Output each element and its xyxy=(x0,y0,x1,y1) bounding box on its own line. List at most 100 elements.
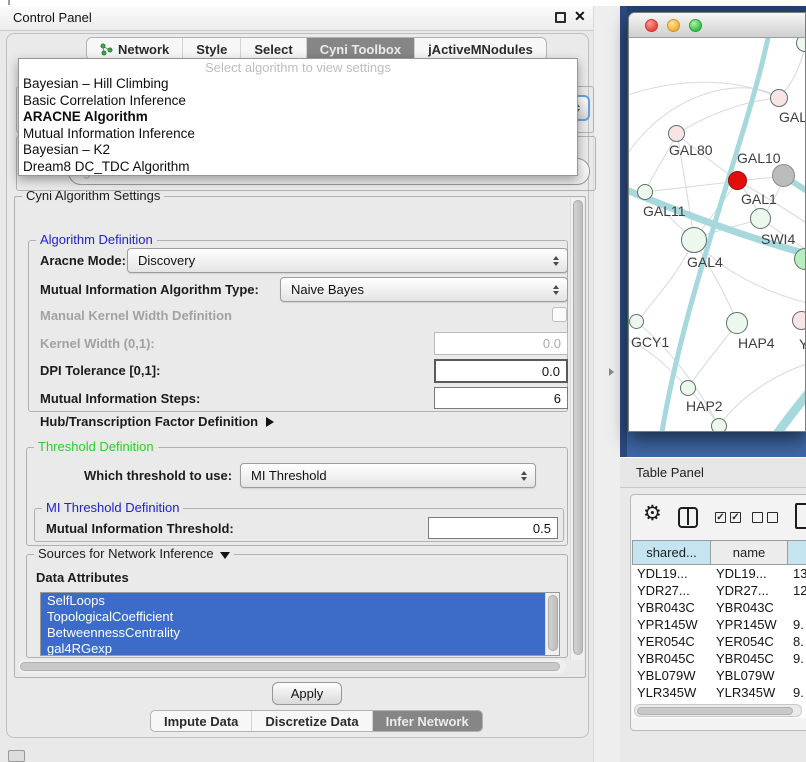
sources-group-toggle[interactable]: Sources for Network Inference xyxy=(34,547,234,561)
settings-vertical-scrollbar-thumb[interactable] xyxy=(573,200,583,655)
cell: 8. xyxy=(788,633,806,650)
tab-cyni-toolbox[interactable]: Cyni Toolbox xyxy=(307,38,415,60)
table-row[interactable]: YBR045CYBR045C9. xyxy=(632,650,806,667)
network-node[interactable] xyxy=(711,418,727,432)
dropdown-item[interactable]: Basic Correlation Inference xyxy=(19,93,577,110)
mi-threshold-group-title: MI Threshold Definition xyxy=(42,501,183,515)
table-row[interactable]: YBL079WYBL079W xyxy=(632,667,806,684)
dropdown-item-selected[interactable]: ARACNE Algorithm xyxy=(19,109,577,126)
select-all-checkbox-icon[interactable]: ✓ xyxy=(730,512,741,523)
cell: YLR345W xyxy=(632,684,711,701)
settings-horizontal-scrollbar-thumb[interactable] xyxy=(20,662,560,671)
split-columns-icon[interactable] xyxy=(678,507,698,528)
tab-infer-network[interactable]: Infer Network xyxy=(373,711,482,731)
node-label: GAL1 xyxy=(741,191,777,207)
list-item[interactable]: SelfLoops xyxy=(41,593,545,609)
manual-kernel-checkbox[interactable] xyxy=(552,307,567,322)
cell: 9. xyxy=(788,684,806,701)
list-vertical-scrollbar[interactable] xyxy=(545,593,559,655)
hub-definition-toggle[interactable]: Hub/Transcription Factor Definition xyxy=(40,414,274,430)
float-window-button[interactable] xyxy=(555,12,566,23)
network-node[interactable] xyxy=(629,314,644,329)
network-node[interactable] xyxy=(770,89,788,107)
settings-vertical-scrollbar[interactable] xyxy=(570,198,584,660)
node-label: SWI4 xyxy=(761,231,795,247)
dpi-tolerance-value: 0.0 xyxy=(542,364,560,379)
table-body: YDL19...YDL19...13 YDR27...YDR27...12 YB… xyxy=(632,565,806,718)
panel-splitter[interactable] xyxy=(593,6,620,762)
minimize-window-button[interactable] xyxy=(667,19,680,32)
mi-steps-field[interactable]: 6 xyxy=(434,387,568,409)
close-window-button[interactable] xyxy=(645,19,658,32)
column-header-name[interactable]: name xyxy=(711,540,788,565)
node-label: HAP2 xyxy=(686,398,723,414)
network-node[interactable] xyxy=(637,184,653,200)
tab-impute-data[interactable]: Impute Data xyxy=(151,711,252,731)
network-canvas[interactable]: GAL GAL80 GAL10 GAL1 GAL11 GAL4 SWI4 GCY… xyxy=(629,38,806,432)
table-row[interactable]: YER054CYER054C8. xyxy=(632,633,806,650)
node-label: GCY1 xyxy=(631,334,669,350)
dropdown-item[interactable]: Mutual Information Inference xyxy=(19,126,577,143)
list-vertical-scrollbar-thumb[interactable] xyxy=(548,595,558,651)
node-label: GAL10 xyxy=(737,150,781,166)
network-node[interactable] xyxy=(680,380,696,396)
table-row[interactable]: YBR043CYBR043C xyxy=(632,599,806,616)
tab-select[interactable]: Select xyxy=(241,38,306,60)
table-horizontal-scrollbar-thumb[interactable] xyxy=(637,707,793,715)
kernel-width-label: Kernel Width (0,1): xyxy=(40,336,155,352)
table-row[interactable]: YPR145WYPR145W9. xyxy=(632,616,806,633)
list-item[interactable]: BetweennessCentrality xyxy=(41,625,545,641)
combo-arrows-icon xyxy=(521,471,527,481)
table-settings-gear-icon[interactable]: ⚙ xyxy=(643,503,662,524)
network-node[interactable] xyxy=(792,311,806,330)
data-attributes-list[interactable]: SelfLoops TopologicalCoefficient Between… xyxy=(40,592,560,656)
tab-discretize-data[interactable]: Discretize Data xyxy=(252,711,372,731)
cell: YBR043C xyxy=(711,599,788,616)
select-all-checkbox-icon[interactable]: ✓ xyxy=(715,512,726,523)
zoom-window-button[interactable] xyxy=(689,19,702,32)
settings-horizontal-scrollbar[interactable] xyxy=(18,660,566,673)
dropdown-item[interactable]: Dream8 DC_TDC Algorithm xyxy=(19,159,577,176)
network-node-selected[interactable] xyxy=(728,171,747,190)
tab-style[interactable]: Style xyxy=(183,38,241,60)
mi-threshold-field[interactable]: 0.5 xyxy=(428,517,558,539)
column-header-shared-name[interactable]: shared... xyxy=(632,540,711,565)
which-threshold-label: Which threshold to use: xyxy=(84,468,232,484)
deselect-all-checkbox-icon[interactable] xyxy=(752,512,763,523)
table-horizontal-scrollbar[interactable] xyxy=(634,704,802,717)
dropdown-item[interactable]: Bayesian – Hill Climbing xyxy=(19,76,577,93)
splitter-arrow-icon[interactable] xyxy=(609,368,614,376)
cell xyxy=(788,667,806,684)
mi-algorithm-type-combo[interactable]: Naive Bayes xyxy=(280,277,568,302)
column-header-partial[interactable] xyxy=(788,540,806,565)
list-item[interactable]: gal4RGexp xyxy=(41,641,545,656)
document-icon[interactable] xyxy=(795,503,806,529)
network-node[interactable] xyxy=(726,312,748,334)
list-item[interactable]: TopologicalCoefficient xyxy=(41,609,545,625)
network-node[interactable] xyxy=(750,208,771,229)
cell: YBL079W xyxy=(711,667,788,684)
kernel-width-field[interactable]: 0.0 xyxy=(434,332,568,355)
cell: YBR043C xyxy=(632,599,711,616)
app-root: Control Panel ✕ Network Style Select Cyn… xyxy=(0,0,806,762)
aracne-mode-combo[interactable]: Discovery xyxy=(127,248,568,273)
network-node[interactable] xyxy=(772,164,795,187)
dropdown-item[interactable]: Bayesian – K2 xyxy=(19,142,577,159)
network-window-titlebar[interactable] xyxy=(629,13,805,38)
tab-jactivemnodules[interactable]: jActiveMNodules xyxy=(415,38,546,60)
tab-impute-data-label: Impute Data xyxy=(164,714,238,729)
table-row[interactable]: YDL19...YDL19...13 xyxy=(632,565,806,582)
apply-button[interactable]: Apply xyxy=(272,682,342,705)
network-node[interactable] xyxy=(681,227,707,253)
cell: YDL19... xyxy=(632,565,711,582)
which-threshold-combo[interactable]: MI Threshold xyxy=(240,463,536,488)
table-row[interactable]: YLR345WYLR345W9. xyxy=(632,684,806,701)
deselect-all-checkbox-icon[interactable] xyxy=(767,512,778,523)
cell: 9. xyxy=(788,616,806,633)
dpi-tolerance-field[interactable]: 0.0 xyxy=(434,359,568,383)
table-row[interactable]: YDR27...YDR27...12 xyxy=(632,582,806,599)
tab-network[interactable]: Network xyxy=(87,38,183,60)
bottom-left-icon[interactable] xyxy=(8,750,25,762)
close-panel-button[interactable]: ✕ xyxy=(574,8,586,25)
network-node[interactable] xyxy=(668,125,685,142)
